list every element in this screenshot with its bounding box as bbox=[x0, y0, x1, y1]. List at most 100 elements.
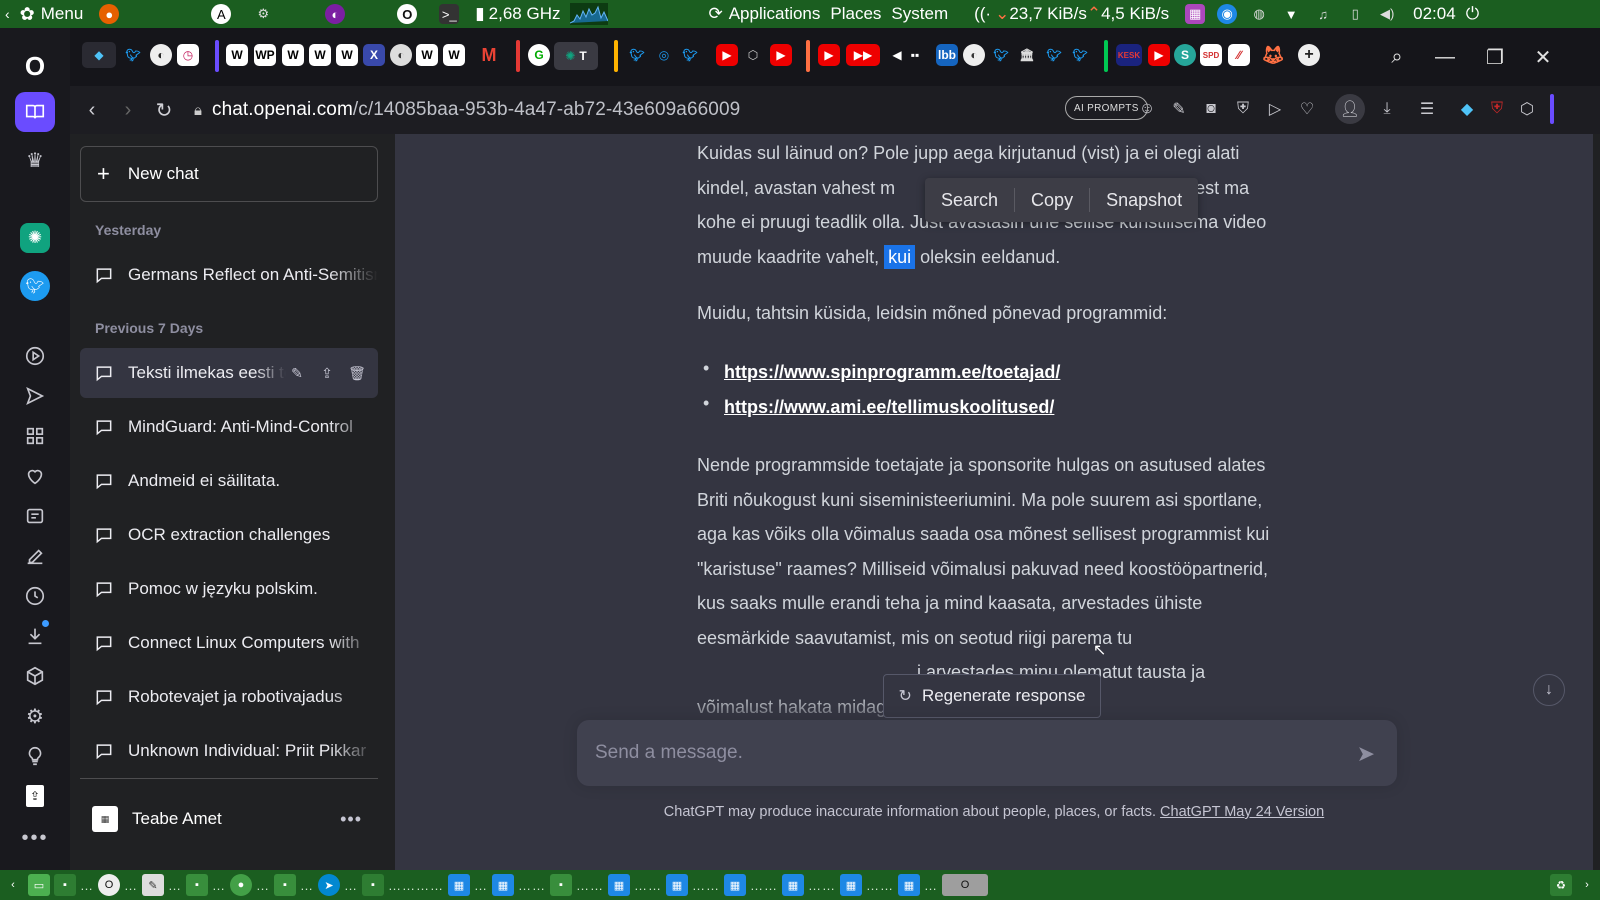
tab-twitter-6[interactable]: 🐦︎ bbox=[1069, 44, 1091, 66]
sidebar-chatgpt-button[interactable]: ✺ bbox=[15, 218, 55, 258]
program-link[interactable]: https://www.spinprogramm.ee/toetajad/ bbox=[724, 362, 1060, 382]
tab-youtube-2[interactable]: ▶ bbox=[770, 44, 792, 66]
tab-twitter-4[interactable]: 🐦︎ bbox=[990, 44, 1012, 66]
trash-tray-icon[interactable]: ♻ bbox=[1550, 874, 1572, 896]
conversation-item[interactable]: Robotevajet ja robotivajadus bbox=[80, 672, 378, 722]
tab-keskus[interactable]: KESK bbox=[1116, 44, 1142, 66]
app-window-icon[interactable]: ▦ bbox=[448, 874, 470, 896]
conversation-item-active[interactable]: Teksti ilmekas eesti tõlge ✎ ⇪ 🗑︎ bbox=[80, 348, 378, 398]
launcher-terminal[interactable]: >_ bbox=[428, 0, 470, 28]
context-copy[interactable]: Copy bbox=[1015, 188, 1091, 212]
sidebar-toggle-indicator[interactable] bbox=[1550, 94, 1554, 124]
ext-diamond-button[interactable]: ◆ bbox=[1454, 96, 1480, 122]
user-menu[interactable]: ▦ Teabe Amet ••• bbox=[80, 794, 378, 844]
tab-clock[interactable]: ◷ bbox=[177, 44, 199, 66]
cpu-freq-monitor[interactable]: ▮ 2,68 GHz bbox=[470, 0, 565, 28]
terminal-window-icon[interactable]: ▪ bbox=[54, 874, 76, 896]
app-window-icon[interactable]: ▦ bbox=[898, 874, 920, 896]
scroll-to-bottom-button[interactable]: ↓ bbox=[1533, 674, 1565, 706]
places-menu[interactable]: Places bbox=[825, 0, 886, 28]
tab-globe-3[interactable]: ◐ bbox=[963, 44, 985, 66]
terminal-window-icon[interactable]: ▪ bbox=[362, 874, 384, 896]
tab-twitter-5[interactable]: 🐦︎ bbox=[1043, 44, 1065, 66]
tab-wikipedia-3[interactable]: W bbox=[309, 44, 331, 66]
network-monitor[interactable]: ((· ⌄ 23,7 KiB/s ⌃ 4,5 KiB/s bbox=[969, 0, 1174, 28]
more-dots-icon[interactable]: ••• bbox=[340, 809, 362, 830]
emoji-button[interactable]: ☺ bbox=[1134, 96, 1160, 122]
url-field[interactable]: chat.openai.com/c/14085baa-953b-4a47-ab7… bbox=[212, 99, 740, 121]
message-input[interactable] bbox=[595, 742, 1335, 764]
tab-cube[interactable]: ⬡ bbox=[742, 44, 764, 66]
tab-youtube-5[interactable]: ▶ bbox=[1148, 44, 1170, 66]
app-window-icon[interactable]: ▦ bbox=[608, 874, 630, 896]
share-icon[interactable]: ⇪ bbox=[316, 362, 338, 384]
tab-youtube-3[interactable]: ▶ bbox=[818, 44, 840, 66]
tray-bell-icon[interactable]: ♫ bbox=[1313, 4, 1333, 24]
conversation-item[interactable]: Connect Linux Computers with bbox=[80, 618, 378, 668]
sidebar-twitter-button[interactable]: 🐦︎ bbox=[15, 266, 55, 306]
app-window-icon[interactable]: ▪ bbox=[550, 874, 572, 896]
power-button[interactable]: ⏻ bbox=[1461, 0, 1484, 28]
restore-button[interactable]: ❐ bbox=[1480, 42, 1510, 72]
tab-wordpress[interactable]: WP bbox=[254, 44, 276, 66]
clock[interactable]: 02:04 bbox=[1408, 0, 1461, 28]
conversation-item[interactable]: Unknown Individual: Priit Pikkar bbox=[80, 726, 378, 776]
send-icon[interactable]: ➤ bbox=[1357, 741, 1375, 767]
launcher-opera[interactable]: O bbox=[386, 0, 428, 28]
app-window-icon[interactable]: ● bbox=[230, 874, 252, 896]
tab-twitter-3[interactable]: 🐦︎ bbox=[679, 44, 701, 66]
page-scrollbar[interactable] bbox=[1593, 134, 1600, 870]
tray-wifi-icon[interactable]: ▼ bbox=[1281, 4, 1301, 24]
selected-word[interactable]: kui bbox=[884, 244, 916, 269]
tab-chart[interactable]: ∕∕ bbox=[1228, 44, 1250, 66]
sidebar-news-button[interactable] bbox=[15, 496, 55, 536]
cpu-graph[interactable] bbox=[565, 0, 613, 28]
edit-button[interactable]: ✎ bbox=[1166, 96, 1192, 122]
tab-twitter-1[interactable]: 🐦︎ bbox=[122, 44, 144, 66]
tray-battery-icon[interactable]: ▯ bbox=[1345, 4, 1365, 24]
sidebar-settings-button[interactable]: ⚙ bbox=[15, 696, 55, 736]
active-window-opera[interactable]: O bbox=[942, 874, 988, 896]
tab-youtube-1[interactable]: ▶ bbox=[716, 44, 738, 66]
system-menu[interactable]: System bbox=[886, 0, 953, 28]
conversation-item[interactable]: MindGuard: Anti-Mind-Control bbox=[80, 402, 378, 452]
tray-app-icon[interactable]: ▦ bbox=[1185, 4, 1206, 24]
taskbar-left-arrow-icon[interactable]: ‹ bbox=[2, 874, 24, 896]
tab-group-1[interactable]: ◆ bbox=[82, 42, 116, 68]
conversation-item[interactable]: Pomoc w języku polskim. bbox=[80, 564, 378, 614]
close-button[interactable]: ✕ bbox=[1528, 42, 1558, 72]
tab-wikipedia-4[interactable]: W bbox=[336, 44, 358, 66]
sidebar-addon-button[interactable]: ⇪ bbox=[15, 776, 55, 816]
tab-gmail[interactable]: M bbox=[478, 44, 500, 66]
tab-wikipedia-6[interactable]: W bbox=[443, 44, 465, 66]
shield-button[interactable]: ⛨ bbox=[1230, 96, 1256, 122]
tray-shield-icon[interactable]: ◍ bbox=[1249, 4, 1269, 24]
program-link[interactable]: https://www.ami.ee/tellimuskoolitused/ bbox=[724, 397, 1054, 417]
new-chat-button[interactable]: + New chat bbox=[80, 146, 378, 202]
app-window-icon[interactable]: ▦ bbox=[782, 874, 804, 896]
tab-metamask[interactable]: 🦊︎ bbox=[1262, 44, 1285, 66]
tab-museum[interactable]: 🏛︎ bbox=[1016, 44, 1038, 66]
telegram-window-icon[interactable]: ➤ bbox=[318, 874, 340, 896]
sidebar-pinboard-button[interactable] bbox=[15, 536, 55, 576]
edit-pencil-icon[interactable]: ✎ bbox=[286, 362, 308, 384]
app-window-icon[interactable]: ▦ bbox=[840, 874, 862, 896]
show-desktop-icon[interactable]: ▭ bbox=[28, 874, 50, 896]
app-window-icon[interactable]: ▦ bbox=[724, 874, 746, 896]
taskbar-right-arrow-icon[interactable]: › bbox=[1576, 874, 1598, 896]
reload-button[interactable]: ↻ bbox=[146, 92, 182, 128]
applications-menu[interactable]: ⟳ Applications bbox=[703, 0, 825, 28]
app-window-icon[interactable]: ▦ bbox=[666, 874, 688, 896]
menu-button[interactable]: ✿ Menu bbox=[15, 0, 89, 28]
tab-wikipedia-2[interactable]: W bbox=[282, 44, 304, 66]
editor-window-icon[interactable]: ✎ bbox=[142, 874, 164, 896]
minimize-button[interactable]: — bbox=[1430, 42, 1460, 72]
launcher-tor[interactable]: ◐ bbox=[314, 0, 356, 28]
app-window-icon[interactable]: ▪ bbox=[186, 874, 208, 896]
tab-news[interactable]: SPD bbox=[1200, 44, 1222, 66]
easy-setup-button[interactable]: ☰ bbox=[1414, 96, 1440, 122]
sidebar-bookmarks-button[interactable] bbox=[15, 456, 55, 496]
tab-wikipedia-5[interactable]: W bbox=[416, 44, 438, 66]
forward-button[interactable]: › bbox=[110, 92, 146, 128]
tab-globe-1[interactable]: ◐ bbox=[150, 44, 172, 66]
